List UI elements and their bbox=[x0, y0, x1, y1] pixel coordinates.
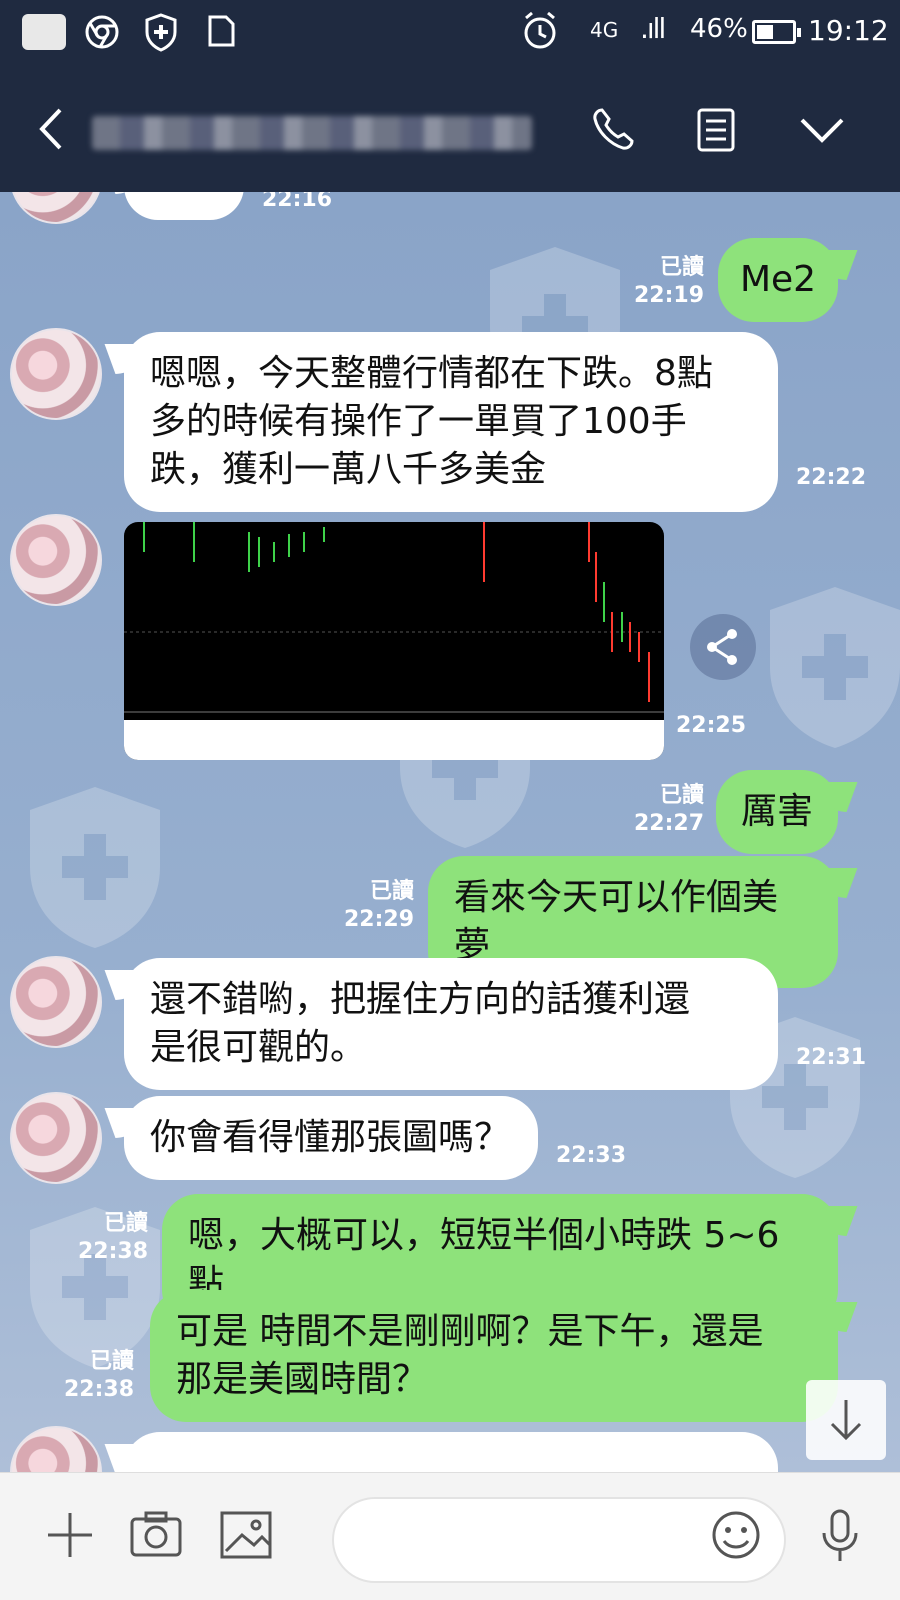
watermark-shield-icon bbox=[770, 587, 900, 748]
message-time: 22:19 bbox=[633, 283, 704, 308]
chat-header bbox=[0, 64, 900, 192]
status-time: 19:12 bbox=[808, 14, 889, 47]
signal-icon: .ıll bbox=[640, 12, 666, 45]
camera-icon[interactable] bbox=[124, 1503, 188, 1567]
notes-icon[interactable] bbox=[688, 102, 744, 158]
outgoing-message: 可是 時間不是剛剛啊？是下午，還是 那是美國時間？ bbox=[150, 1290, 838, 1422]
contact-avatar[interactable] bbox=[10, 192, 102, 224]
image-icon[interactable] bbox=[214, 1503, 278, 1567]
scroll-down-button[interactable] bbox=[806, 1380, 886, 1460]
message-line: 那是美國時間？ bbox=[176, 1359, 429, 1400]
network-type: 4G bbox=[590, 18, 619, 42]
chart-image-footer bbox=[124, 720, 664, 760]
candlestick-chart-image bbox=[124, 522, 664, 713]
contact-avatar[interactable] bbox=[10, 514, 102, 606]
plus-icon[interactable] bbox=[38, 1503, 102, 1567]
message-line: 跌，獲利一萬八千多美金 bbox=[150, 449, 547, 490]
share-icon[interactable] bbox=[690, 614, 756, 680]
contact-avatar[interactable] bbox=[10, 956, 102, 1048]
shield-plus-icon bbox=[145, 13, 177, 52]
message-input-bar bbox=[0, 1472, 900, 1600]
chevron-left-icon[interactable] bbox=[34, 104, 70, 154]
message-time: 22:38 bbox=[77, 1239, 148, 1264]
read-receipt: 已讀 bbox=[369, 879, 414, 904]
battery-icon bbox=[752, 20, 801, 44]
incoming-message: 嗯嗯，今天整體行情都在下跌。8點 多的時候有操作了一單買了100手 跌，獲利一萬… bbox=[124, 332, 778, 512]
message-time: 22:27 bbox=[633, 811, 704, 836]
chrome-icon bbox=[85, 15, 119, 49]
incoming-message: 你會看得懂那張圖嗎？ bbox=[124, 1096, 538, 1180]
message-time: 22:38 bbox=[63, 1377, 134, 1402]
read-receipt: 已讀 bbox=[659, 783, 704, 808]
watermark-shield-icon bbox=[30, 787, 160, 948]
message-time: 22:22 bbox=[796, 465, 867, 490]
outgoing-message: Me2 bbox=[718, 238, 838, 322]
message-line: 可是 時間不是剛剛啊？是下午，還是 bbox=[176, 1311, 764, 1352]
read-receipt: 已讀 bbox=[103, 1211, 148, 1236]
message-line: 嗯嗯，今天整體行情都在下跌。8點 bbox=[150, 353, 713, 394]
chat-area[interactable]: 22:16 已讀 22:19 Me2 嗯嗯，今天整體行情都在下跌。8點 多的時候… bbox=[0, 192, 900, 1472]
message-line: 是很可觀的。 bbox=[150, 1027, 367, 1068]
read-receipt: 已讀 bbox=[89, 1349, 134, 1374]
alarm-icon bbox=[524, 11, 556, 49]
message-line: 還不錯喲，把握住方向的話獲利還 bbox=[150, 979, 691, 1020]
message-time: 22:25 bbox=[676, 713, 747, 738]
message-time: 22:29 bbox=[343, 907, 414, 932]
contact-avatar[interactable] bbox=[10, 328, 102, 420]
notification-app-icon bbox=[22, 14, 66, 50]
outgoing-message: 厲害 bbox=[716, 770, 838, 854]
message-time: 22:16 bbox=[262, 192, 333, 212]
status-bar: 4G .ıll 46% 19:12 bbox=[0, 0, 900, 64]
sim-card-icon bbox=[208, 15, 235, 47]
phone-icon[interactable] bbox=[586, 102, 642, 158]
mic-icon[interactable] bbox=[808, 1503, 872, 1567]
emoji-icon[interactable] bbox=[704, 1503, 768, 1567]
incoming-message bbox=[124, 1432, 778, 1472]
incoming-message bbox=[124, 192, 244, 220]
message-time: 22:33 bbox=[556, 1143, 627, 1168]
contact-avatar[interactable] bbox=[10, 1092, 102, 1184]
read-receipt: 已讀 bbox=[659, 255, 704, 280]
chart-image-message[interactable] bbox=[124, 522, 664, 760]
battery-percent: 46% bbox=[690, 14, 748, 44]
contact-name-redacted bbox=[92, 116, 532, 150]
message-line: 多的時候有操作了一單買了100手 bbox=[150, 401, 687, 442]
message-time: 22:31 bbox=[796, 1045, 867, 1070]
chevron-down-icon[interactable] bbox=[794, 102, 850, 158]
contact-avatar[interactable] bbox=[10, 1426, 102, 1472]
incoming-message: 還不錯喲，把握住方向的話獲利還 是很可觀的。 bbox=[124, 958, 778, 1090]
